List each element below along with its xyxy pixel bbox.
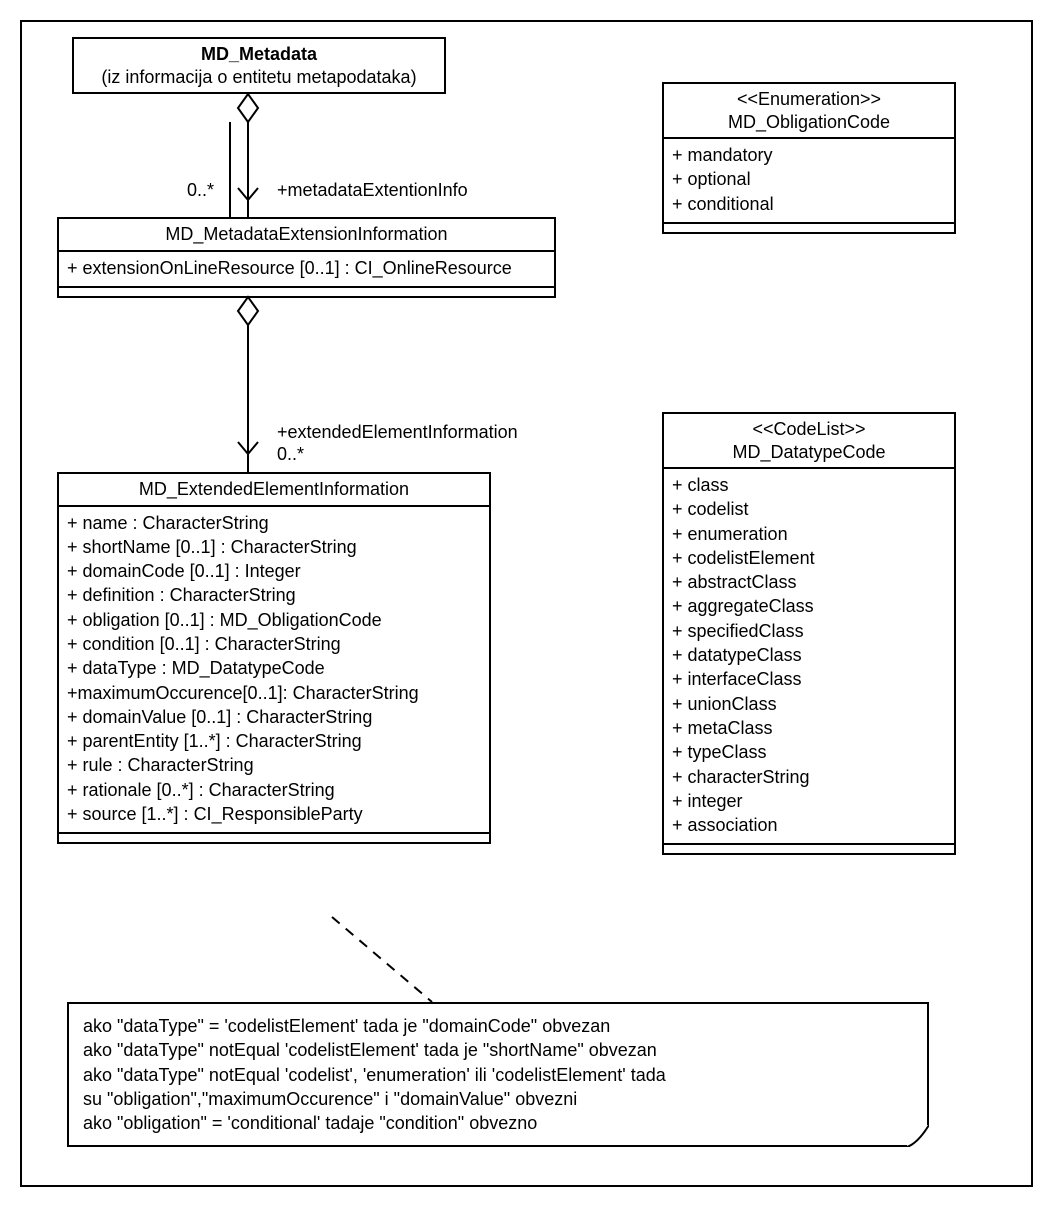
attr: + abstractClass xyxy=(672,570,946,594)
attr: + codelist xyxy=(672,497,946,521)
attr: + rule : CharacterString xyxy=(67,753,481,777)
class-stereo: <<CodeList>> xyxy=(752,419,865,439)
class-title: MD_ObligationCode xyxy=(728,112,890,132)
assoc-mult: 0..* xyxy=(187,180,214,201)
class-title: MD_Metadata xyxy=(201,44,317,64)
attr: + condition [0..1] : CharacterString xyxy=(67,632,481,656)
attr: + unionClass xyxy=(672,692,946,716)
note-line: ako "dataType" notEqual 'codelistElement… xyxy=(83,1038,913,1062)
assoc-role: +extendedElementInformation xyxy=(277,422,518,443)
class-stereo: <<Enumeration>> xyxy=(737,89,881,109)
class-subtitle: (iz informacija o entitetu metapodataka) xyxy=(101,67,416,87)
attr: + datatypeClass xyxy=(672,643,946,667)
note-constraints: ako "dataType" = 'codelistElement' tada … xyxy=(67,1002,929,1147)
class-md-datatype: <<CodeList>> MD_DatatypeCode + class+ co… xyxy=(662,412,956,855)
attr: + association xyxy=(672,813,946,837)
attr: + aggregateClass xyxy=(672,594,946,618)
note-line: ako "dataType" notEqual 'codelist', 'enu… xyxy=(83,1063,913,1087)
attr: + extensionOnLineResource [0..1] : CI_On… xyxy=(67,256,546,280)
class-title: MD_ExtendedElementInformation xyxy=(139,479,409,499)
note-fold-icon xyxy=(907,1125,929,1147)
attr: + interfaceClass xyxy=(672,667,946,691)
note-line: ako "obligation" = 'conditional' tadaje … xyxy=(83,1111,913,1135)
attr: + optional xyxy=(672,167,946,191)
attr: + enumeration xyxy=(672,522,946,546)
attr: + rationale [0..*] : CharacterString xyxy=(67,778,481,802)
attr: + conditional xyxy=(672,192,946,216)
attr: + domainValue [0..1] : CharacterString xyxy=(67,705,481,729)
attr: + mandatory xyxy=(672,143,946,167)
class-md-obligation: <<Enumeration>> MD_ObligationCode + mand… xyxy=(662,82,956,234)
attr: + class xyxy=(672,473,946,497)
attr: + obligation [0..1] : MD_ObligationCode xyxy=(67,608,481,632)
note-line: su "obligation","maximumOccurence" i "do… xyxy=(83,1087,913,1111)
attr: + parentEntity [1..*] : CharacterString xyxy=(67,729,481,753)
attr: + dataType : MD_DatatypeCode xyxy=(67,656,481,680)
attr: + integer xyxy=(672,789,946,813)
attr: + codelistElement xyxy=(672,546,946,570)
attr: + typeClass xyxy=(672,740,946,764)
attr: + definition : CharacterString xyxy=(67,583,481,607)
assoc-role: +metadataExtentionInfo xyxy=(277,180,468,201)
attr: + metaClass xyxy=(672,716,946,740)
class-md-extelem: MD_ExtendedElementInformation + name : C… xyxy=(57,472,491,844)
diagram-frame: MD_Metadata (iz informacija o entitetu m… xyxy=(20,20,1033,1187)
class-title: MD_DatatypeCode xyxy=(732,442,885,462)
attr: + specifiedClass xyxy=(672,619,946,643)
class-md-metadata: MD_Metadata (iz informacija o entitetu m… xyxy=(72,37,446,94)
class-md-extinfo: MD_MetadataExtensionInformation + extens… xyxy=(57,217,556,298)
attr: + characterString xyxy=(672,765,946,789)
attr: +maximumOccurence[0..1]: CharacterString xyxy=(67,681,481,705)
attr: + name : CharacterString xyxy=(67,511,481,535)
assoc-mult: 0..* xyxy=(277,444,304,465)
attr: + domainCode [0..1] : Integer xyxy=(67,559,481,583)
attr: + shortName [0..1] : CharacterString xyxy=(67,535,481,559)
note-line: ako "dataType" = 'codelistElement' tada … xyxy=(83,1014,913,1038)
attr: + source [1..*] : CI_ResponsibleParty xyxy=(67,802,481,826)
class-title: MD_MetadataExtensionInformation xyxy=(165,224,447,244)
